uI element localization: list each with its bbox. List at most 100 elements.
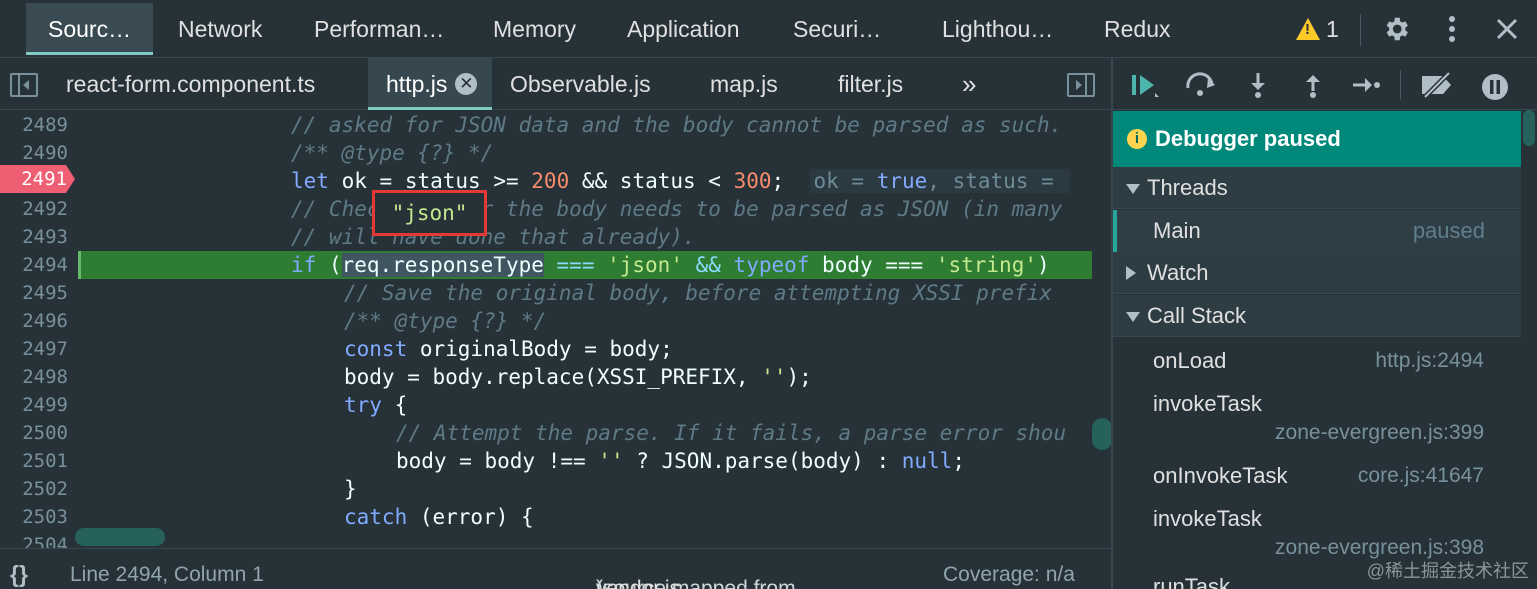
code-comment: /** @type {?} */ xyxy=(291,141,494,165)
line-number[interactable]: 2500 xyxy=(0,419,68,447)
code-line-2501: body = body !== '' ? JSON.parse(body) : … xyxy=(78,447,1092,475)
code-line-2493: // will have done that already). xyxy=(78,223,1092,251)
file-tab-filter[interactable]: filter.js xyxy=(838,58,903,110)
toggle-navigator-icon[interactable] xyxy=(10,73,38,97)
tab-network[interactable]: Network xyxy=(178,3,262,55)
code-keyword: null xyxy=(901,449,953,473)
tab-application[interactable]: Application xyxy=(627,3,740,55)
step-into-icon[interactable] xyxy=(1247,72,1269,102)
code-token: } xyxy=(344,477,357,501)
more-options-icon[interactable] xyxy=(1440,14,1464,44)
settings-gear-icon[interactable] xyxy=(1381,14,1411,50)
code-line-2491: let ok = status >= 200 && status < 300; … xyxy=(78,167,1092,195)
step-icon[interactable] xyxy=(1351,72,1381,102)
hovered-expression[interactable]: req.responseType xyxy=(341,253,544,277)
watch-section-header[interactable]: Watch xyxy=(1113,252,1521,294)
code-comment: // will have done that already). xyxy=(291,225,696,249)
code-comment: /** @type {?} */ xyxy=(344,309,547,333)
line-number[interactable]: 2504 xyxy=(0,531,68,548)
code-string: 'json' xyxy=(607,253,683,277)
deactivate-breakpoints-icon[interactable] xyxy=(1419,71,1457,102)
tab-sources[interactable]: Sourc… xyxy=(26,3,154,55)
line-number[interactable]: 2496 xyxy=(0,307,68,335)
code-keyword: try xyxy=(344,393,382,417)
file-tab-map[interactable]: map.js xyxy=(710,58,778,110)
line-number[interactable]: 2494 xyxy=(0,251,68,279)
code-token: body = body.replace(XSSI_PREFIX, xyxy=(344,365,762,389)
frame-function: invokeTask xyxy=(1153,506,1262,531)
hover-value-popover: "json" xyxy=(372,190,487,236)
frame-function: invokeTask xyxy=(1153,391,1262,416)
step-out-icon[interactable] xyxy=(1302,72,1324,102)
horizontal-scrollbar[interactable] xyxy=(75,528,165,546)
breakpoint-marker[interactable]: 2491 xyxy=(0,165,75,193)
line-number[interactable]: 2499 xyxy=(0,391,68,419)
call-stack-label: Call Stack xyxy=(1147,303,1247,328)
tab-security[interactable]: Securi… xyxy=(793,3,881,55)
frame-function: runTask xyxy=(1153,574,1231,589)
thread-status: paused xyxy=(1412,218,1485,243)
line-number[interactable]: 2501 xyxy=(0,447,68,475)
divider xyxy=(1360,14,1361,46)
thread-name: Main xyxy=(1153,218,1201,243)
devtools-panel-tabs: Sourc… Network Performan… Memory Applica… xyxy=(0,0,1537,58)
code-line-2496: /** @type {?} */ xyxy=(78,307,1092,335)
code-token: body === xyxy=(809,253,936,277)
tab-redux[interactable]: Redux xyxy=(1104,3,1170,55)
code-line-2489: // asked for JSON data and the body cann… xyxy=(78,111,1092,139)
warnings-counter[interactable]: 1 xyxy=(1296,14,1339,44)
line-number[interactable]: 2498 xyxy=(0,363,68,391)
code-line-2498: body = body.replace(XSSI_PREFIX, ''); xyxy=(78,363,1092,391)
line-number[interactable]: 2495 xyxy=(0,279,68,307)
pause-on-exceptions-icon[interactable] xyxy=(1480,72,1510,106)
debugger-sidebar: i Debugger paused Threads Main paused Wa… xyxy=(1113,58,1537,589)
expand-arrow-icon xyxy=(1126,184,1140,194)
tab-lighthouse[interactable]: Lighthou… xyxy=(942,3,1053,55)
line-number[interactable]: 2489 xyxy=(0,111,68,139)
line-number-gutter[interactable]: 2489 2490 2491 2492 2493 2494 2495 2496 … xyxy=(0,111,75,548)
threads-section-header[interactable]: Threads xyxy=(1113,167,1521,209)
code-token: originalBody = body; xyxy=(407,337,673,361)
code-keyword: const xyxy=(344,337,408,361)
file-tab-react-form[interactable]: react-form.component.ts xyxy=(66,58,315,110)
thread-item-main[interactable]: Main paused xyxy=(1113,210,1521,252)
sidebar-scrollbar[interactable] xyxy=(1523,110,1535,146)
step-over-icon[interactable] xyxy=(1184,72,1218,102)
code-editor[interactable]: 2489 2490 2491 2492 2493 2494 2495 2496 … xyxy=(0,111,1092,548)
code-keyword: if xyxy=(291,253,317,277)
vertical-scrollbar[interactable] xyxy=(1092,418,1112,450)
divider xyxy=(1400,70,1401,100)
line-number[interactable]: 2502 xyxy=(0,475,68,503)
pretty-print-braces-icon[interactable]: {} xyxy=(10,561,28,588)
frame-function: onLoad xyxy=(1153,348,1227,373)
call-stack-section-header[interactable]: Call Stack xyxy=(1113,295,1521,337)
code-token: body = body !== xyxy=(396,449,599,473)
tab-memory[interactable]: Memory xyxy=(493,3,576,55)
more-tabs-chevron-icon[interactable]: » xyxy=(962,58,976,110)
source-map-link[interactable]: vendor.js xyxy=(596,577,680,589)
toggle-debugger-icon[interactable] xyxy=(1067,73,1095,97)
close-tab-icon[interactable]: ✕ xyxy=(455,73,478,95)
code-string: '' xyxy=(598,449,624,473)
line-number[interactable]: 2492 xyxy=(0,195,68,223)
close-devtools-icon[interactable] xyxy=(1494,16,1520,48)
line-number[interactable]: 2490 xyxy=(0,139,68,167)
tab-performance[interactable]: Performan… xyxy=(314,3,444,55)
editor-file-tabs: react-form.component.ts http.js ✕ Observa… xyxy=(0,58,1112,110)
expand-arrow-icon xyxy=(1126,312,1140,322)
line-number[interactable]: 2493 xyxy=(0,223,68,251)
file-tab-observable[interactable]: Observable.js xyxy=(510,58,651,110)
line-number[interactable]: 2503 xyxy=(0,503,68,531)
code-token: ; xyxy=(771,169,785,193)
code-number: 200 xyxy=(531,169,570,193)
inline-variable-values: ok = true, status = xyxy=(809,169,1071,193)
resume-icon[interactable] xyxy=(1130,72,1160,102)
inline-value-text: , status = xyxy=(927,169,1067,193)
line-number[interactable]: 2497 xyxy=(0,335,68,363)
debugger-toolbar xyxy=(1113,58,1537,110)
file-tab-http[interactable]: http.js ✕ xyxy=(368,58,492,110)
code-keyword: typeof xyxy=(733,253,810,277)
code-line-2499: try { xyxy=(78,391,1092,419)
code-line-2503: catch (error) { xyxy=(78,503,1092,531)
code-token: ( xyxy=(316,253,342,277)
